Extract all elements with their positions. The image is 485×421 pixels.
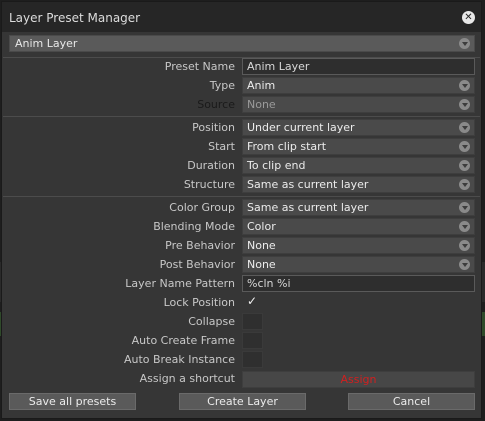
layer-name-pattern-value: %cln %i bbox=[247, 277, 291, 290]
chevron-down-icon bbox=[459, 202, 470, 213]
duration-value: To clip end bbox=[247, 159, 306, 172]
lock-position-checkbox[interactable]: ✓ bbox=[242, 294, 263, 311]
start-label: Start bbox=[208, 140, 235, 153]
source-value: None bbox=[247, 98, 276, 111]
position-label: Position bbox=[192, 121, 235, 134]
assign-shortcut-button[interactable]: Assign bbox=[242, 371, 475, 388]
cancel-button[interactable]: Cancel bbox=[348, 393, 475, 410]
pre-behavior-dropdown[interactable]: None bbox=[242, 237, 475, 254]
position-dropdown[interactable]: Under current layer bbox=[242, 119, 475, 136]
assign-shortcut-label: Assign a shortcut bbox=[139, 372, 235, 385]
checkmark-icon: ✓ bbox=[247, 294, 258, 308]
chevron-down-icon bbox=[459, 221, 470, 232]
chevron-down-icon bbox=[459, 122, 470, 133]
post-behavior-dropdown[interactable]: None bbox=[242, 256, 475, 273]
color-group-label: Color Group bbox=[169, 201, 235, 214]
structure-value: Same as current layer bbox=[247, 178, 369, 191]
structure-label: Structure bbox=[183, 178, 235, 191]
blending-mode-value: Color bbox=[247, 220, 276, 233]
collapse-label: Collapse bbox=[188, 315, 235, 328]
pre-behavior-value: None bbox=[247, 239, 276, 252]
preset-dropdown-value: Anim Layer bbox=[15, 37, 78, 50]
preset-name-input[interactable]: Anim Layer bbox=[242, 58, 475, 75]
chevron-down-icon bbox=[459, 179, 470, 190]
type-value: Anim bbox=[247, 79, 276, 92]
pre-behavior-label: Pre Behavior bbox=[165, 239, 235, 252]
type-label: Type bbox=[209, 79, 235, 92]
duration-dropdown[interactable]: To clip end bbox=[242, 157, 475, 174]
chevron-down-icon bbox=[459, 240, 470, 251]
close-icon[interactable]: ✕ bbox=[462, 11, 475, 24]
preset-dropdown[interactable]: Anim Layer bbox=[9, 35, 475, 52]
source-dropdown[interactable]: None bbox=[242, 96, 475, 113]
chevron-down-icon bbox=[459, 160, 470, 171]
dialog-title: Layer Preset Manager bbox=[9, 11, 141, 25]
auto-break-instance-checkbox[interactable] bbox=[242, 351, 263, 368]
chevron-down-icon bbox=[459, 80, 470, 91]
duration-label: Duration bbox=[187, 159, 235, 172]
auto-break-instance-label: Auto Break Instance bbox=[123, 353, 235, 366]
chevron-down-icon bbox=[459, 141, 470, 152]
color-group-dropdown[interactable]: Same as current layer bbox=[242, 199, 475, 216]
auto-create-frame-label: Auto Create Frame bbox=[131, 334, 235, 347]
title-bar[interactable]: Layer Preset Manager ✕ bbox=[2, 2, 481, 32]
create-layer-button[interactable]: Create Layer bbox=[179, 393, 306, 410]
layer-name-pattern-label: Layer Name Pattern bbox=[125, 277, 235, 290]
position-value: Under current layer bbox=[247, 121, 355, 134]
divider bbox=[3, 196, 480, 197]
chevron-down-icon bbox=[459, 259, 470, 270]
color-group-value: Same as current layer bbox=[247, 201, 369, 214]
divider bbox=[3, 116, 480, 117]
post-behavior-value: None bbox=[247, 258, 276, 271]
post-behavior-label: Post Behavior bbox=[159, 258, 235, 271]
start-value: From clip start bbox=[247, 140, 327, 153]
blending-mode-dropdown[interactable]: Color bbox=[242, 218, 475, 235]
layer-name-pattern-input[interactable]: %cln %i bbox=[242, 275, 475, 292]
chevron-down-icon bbox=[459, 99, 470, 110]
type-dropdown[interactable]: Anim bbox=[242, 77, 475, 94]
blending-mode-label: Blending Mode bbox=[153, 220, 235, 233]
auto-create-frame-checkbox[interactable] bbox=[242, 332, 263, 349]
lock-position-label: Lock Position bbox=[163, 296, 235, 309]
collapse-checkbox[interactable] bbox=[242, 313, 263, 330]
chevron-down-icon bbox=[459, 38, 470, 49]
preset-name-label: Preset Name bbox=[164, 60, 235, 73]
preset-name-value: Anim Layer bbox=[247, 60, 310, 73]
structure-dropdown[interactable]: Same as current layer bbox=[242, 176, 475, 193]
source-label: Source bbox=[197, 98, 235, 111]
layer-preset-manager-dialog: Layer Preset Manager ✕ Anim Layer Preset… bbox=[1, 1, 482, 419]
save-all-presets-button[interactable]: Save all presets bbox=[9, 393, 136, 410]
start-dropdown[interactable]: From clip start bbox=[242, 138, 475, 155]
